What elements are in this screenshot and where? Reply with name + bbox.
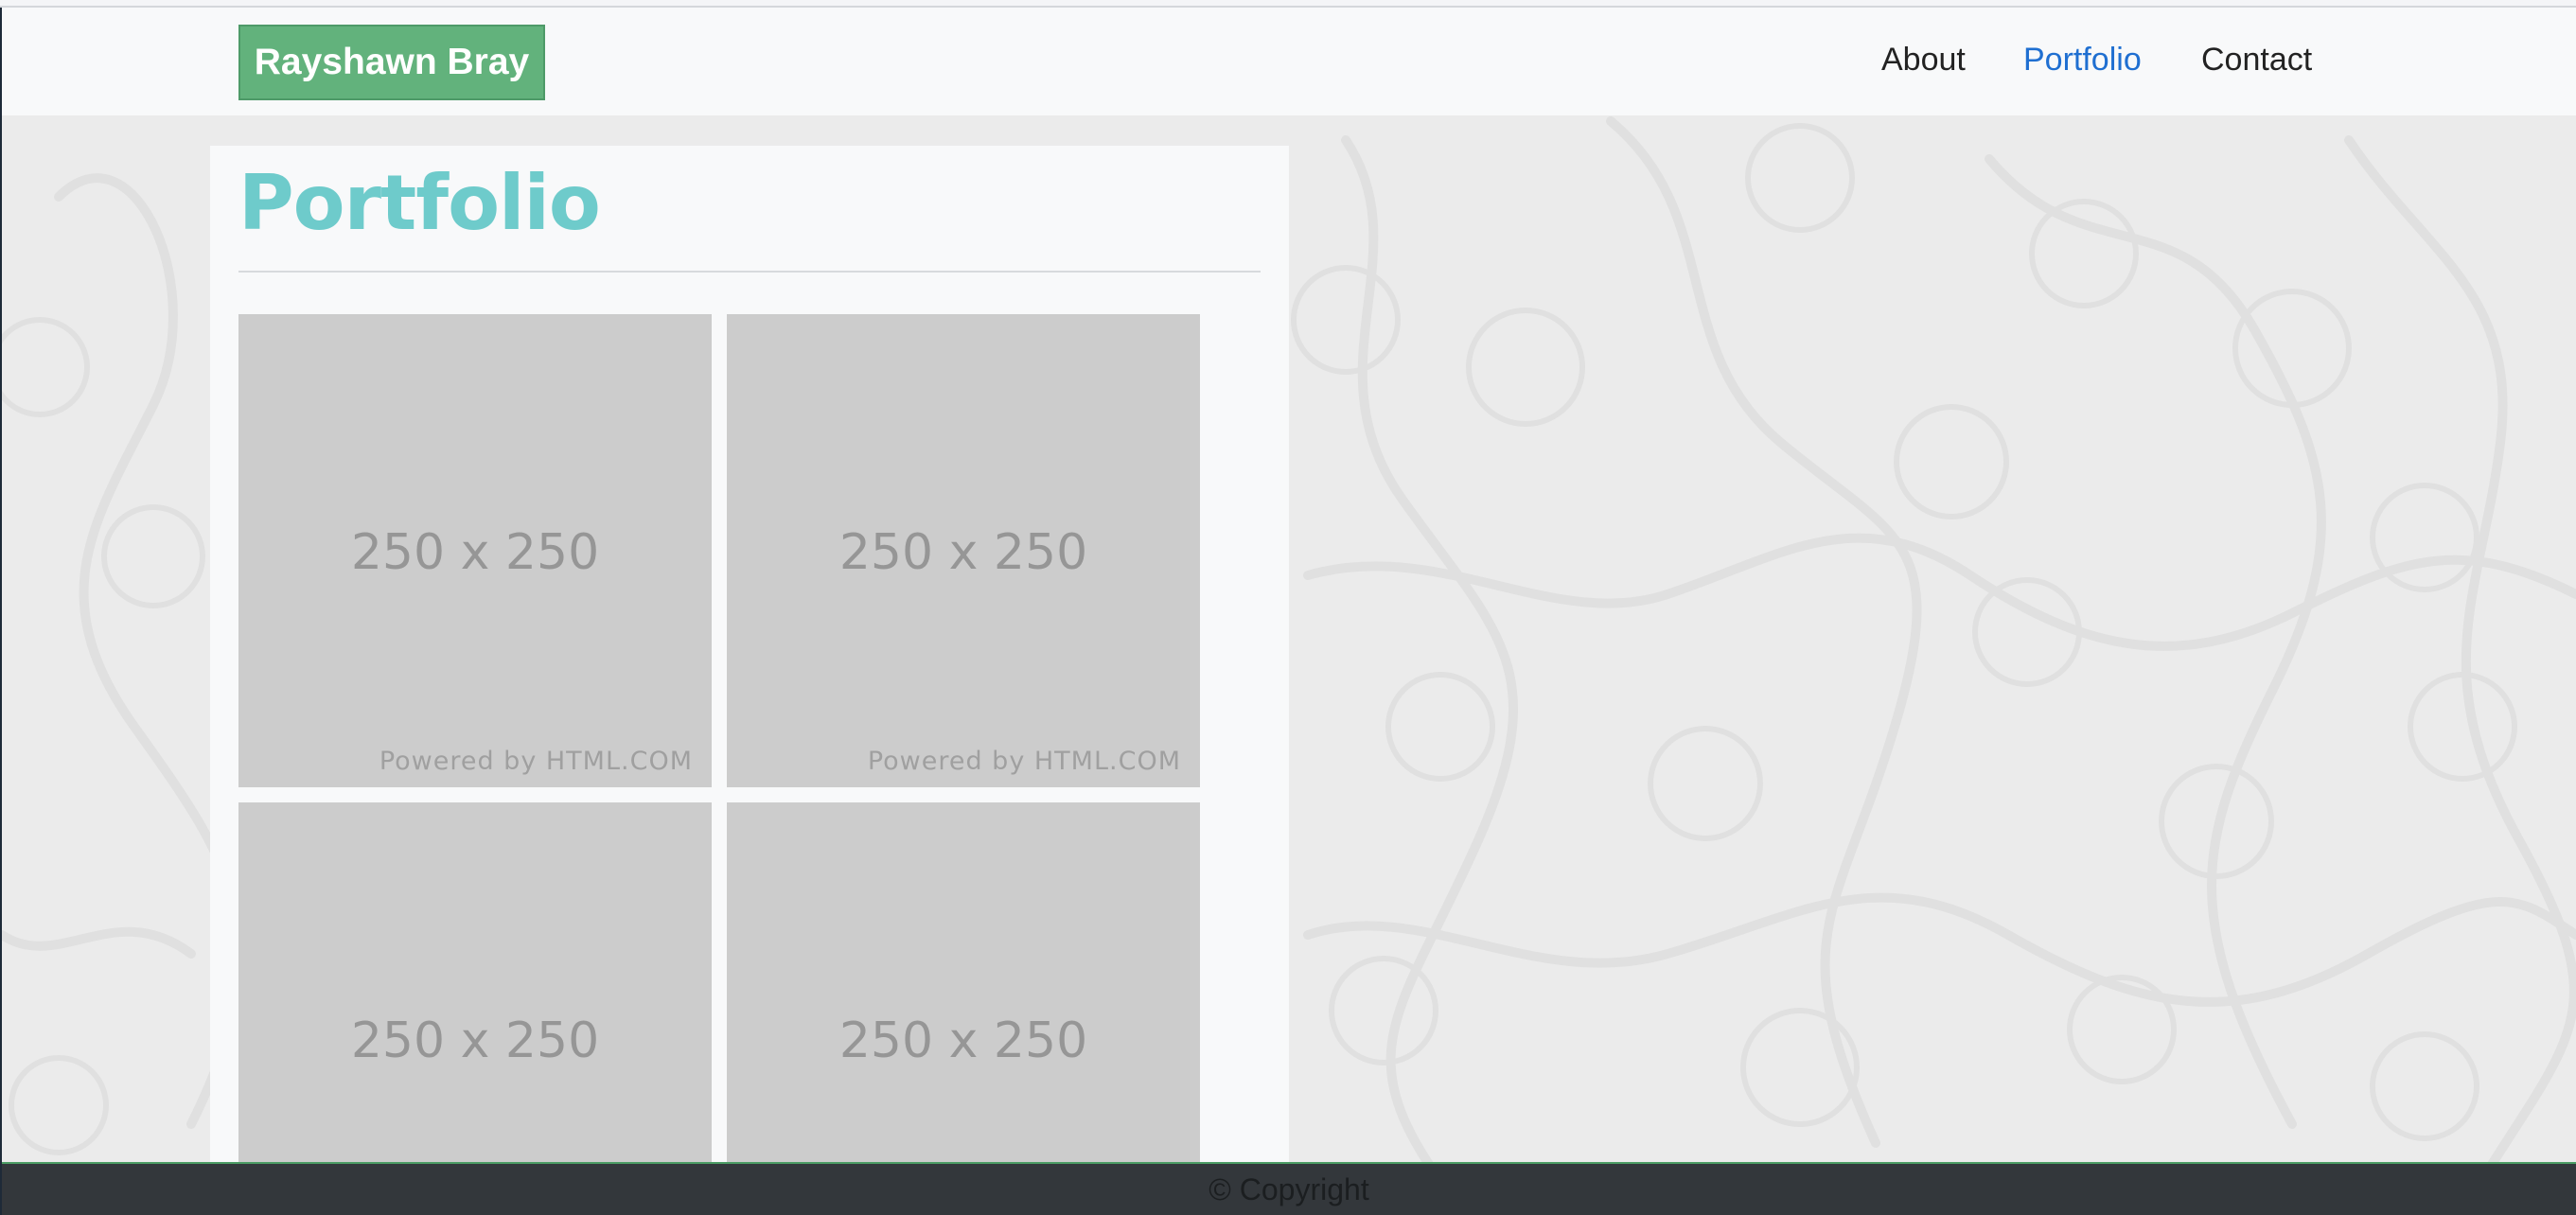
portfolio-thumbnail[interactable]: 250 x 250	[238, 802, 712, 1215]
nav-link-portfolio[interactable]: Portfolio	[2023, 42, 2142, 79]
nav-link-contact[interactable]: Contact	[2201, 42, 2312, 79]
thumbnail-size-label: 250 x 250	[350, 524, 600, 581]
portfolio-panel: Portfolio 250 x 250 Powered by HTML.COM …	[210, 146, 1289, 1215]
thumbnail-size-label: 250 x 250	[838, 1012, 1088, 1069]
page-title: Portfolio	[238, 159, 601, 247]
thumbnail-size-label: 250 x 250	[350, 1012, 600, 1069]
thumbnail-size-label: 250 x 250	[838, 524, 1088, 581]
footer: © Copyright	[2, 1162, 2576, 1215]
portfolio-thumbnail[interactable]: 250 x 250 Powered by HTML.COM	[238, 314, 712, 787]
title-divider	[238, 271, 1261, 273]
portfolio-thumbnail[interactable]: 250 x 250 Powered by HTML.COM	[727, 314, 1200, 787]
copyright-text: © Copyright	[1209, 1171, 1369, 1206]
thumbnail-credit: Powered by HTML.COM	[867, 747, 1181, 776]
brand-logo-link[interactable]: Rayshawn Bray	[238, 25, 545, 100]
portfolio-thumbnail[interactable]: 250 x 250	[727, 802, 1200, 1215]
thumbnail-credit: Powered by HTML.COM	[379, 747, 693, 776]
nav-link-about[interactable]: About	[1881, 42, 1966, 79]
page-viewport: Rayshawn Bray About Portfolio Contact Po…	[2, 8, 2576, 1215]
window-top-edge	[0, 0, 2576, 8]
navbar: Rayshawn Bray About Portfolio Contact	[2, 8, 2576, 115]
